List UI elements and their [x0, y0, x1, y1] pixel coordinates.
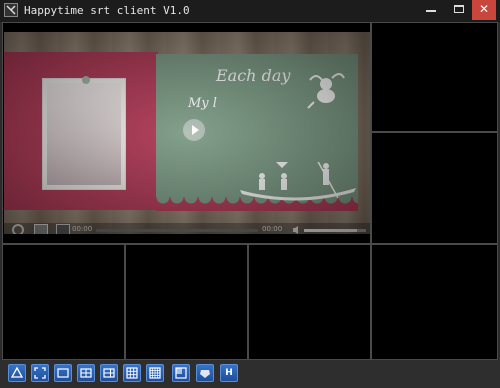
progress-bar[interactable] — [96, 229, 258, 232]
layout-6-button[interactable] — [100, 364, 118, 382]
layout-16-icon — [149, 367, 161, 379]
record-icon[interactable] — [56, 224, 70, 234]
minimize-button[interactable] — [418, 0, 444, 20]
stop-icon[interactable] — [12, 224, 24, 234]
main-menu-icon — [10, 366, 24, 378]
video-cell-7[interactable] — [372, 245, 497, 359]
layout-custom-button[interactable] — [172, 364, 190, 382]
current-time: 00:00 — [72, 225, 93, 233]
total-time: 00:00 — [262, 225, 283, 233]
video-frame: Each day My l 00:00 00:00 — [4, 32, 370, 234]
video-cell-4[interactable] — [3, 245, 124, 359]
close-icon: ✕ — [478, 2, 490, 16]
maximize-button[interactable] — [446, 0, 472, 20]
fullscreen-button[interactable] — [31, 364, 49, 382]
layout-4-icon — [80, 368, 92, 378]
hardware-decode-label: H — [225, 368, 233, 378]
app-icon — [4, 3, 18, 17]
ptz-button[interactable] — [196, 364, 214, 382]
video-cell-2[interactable] — [372, 23, 497, 131]
layout-16-button[interactable] — [146, 364, 164, 382]
layout-custom-icon — [175, 367, 187, 379]
layout-1-button[interactable] — [54, 364, 72, 382]
maximize-icon — [454, 5, 464, 13]
scene-pin — [82, 76, 90, 84]
minimize-icon — [426, 10, 436, 12]
volume-fill — [304, 229, 357, 232]
video-cell-5[interactable] — [126, 245, 247, 359]
volume-icon[interactable] — [292, 225, 302, 234]
window-title: Happytime srt client V1.0 — [24, 4, 190, 17]
layout-1-icon — [57, 368, 69, 378]
layout-6-icon — [103, 368, 115, 378]
video-cell-6[interactable] — [249, 245, 370, 359]
layout-9-icon — [126, 367, 138, 379]
gondola-illustration — [240, 162, 356, 201]
layout-4-button[interactable] — [77, 364, 95, 382]
video-cell-3[interactable] — [372, 133, 497, 243]
layout-toolbar: H — [0, 360, 500, 388]
video-caption-sub: My l — [188, 96, 217, 111]
play-icon[interactable] — [183, 119, 205, 141]
snapshot-icon[interactable] — [34, 224, 48, 234]
playback-controls: 00:00 00:00 — [4, 223, 370, 234]
ptz-icon — [200, 370, 210, 378]
main-menu-button[interactable] — [8, 364, 26, 382]
video-cell-1[interactable]: Each day My l 00:00 00:00 — [3, 23, 370, 243]
video-grid: Each day My l 00:00 00:00 — [2, 22, 498, 360]
layout-9-button[interactable] — [123, 364, 141, 382]
video-caption-title: Each day — [216, 66, 291, 85]
scene-photo — [42, 78, 126, 190]
volume-slider[interactable] — [304, 229, 366, 232]
title-bar: Happytime srt client V1.0 ✕ — [0, 0, 500, 22]
fullscreen-icon — [34, 367, 46, 379]
close-button[interactable]: ✕ — [472, 0, 496, 20]
hardware-decode-button[interactable]: H — [220, 364, 238, 382]
cupid-illustration — [307, 73, 345, 109]
